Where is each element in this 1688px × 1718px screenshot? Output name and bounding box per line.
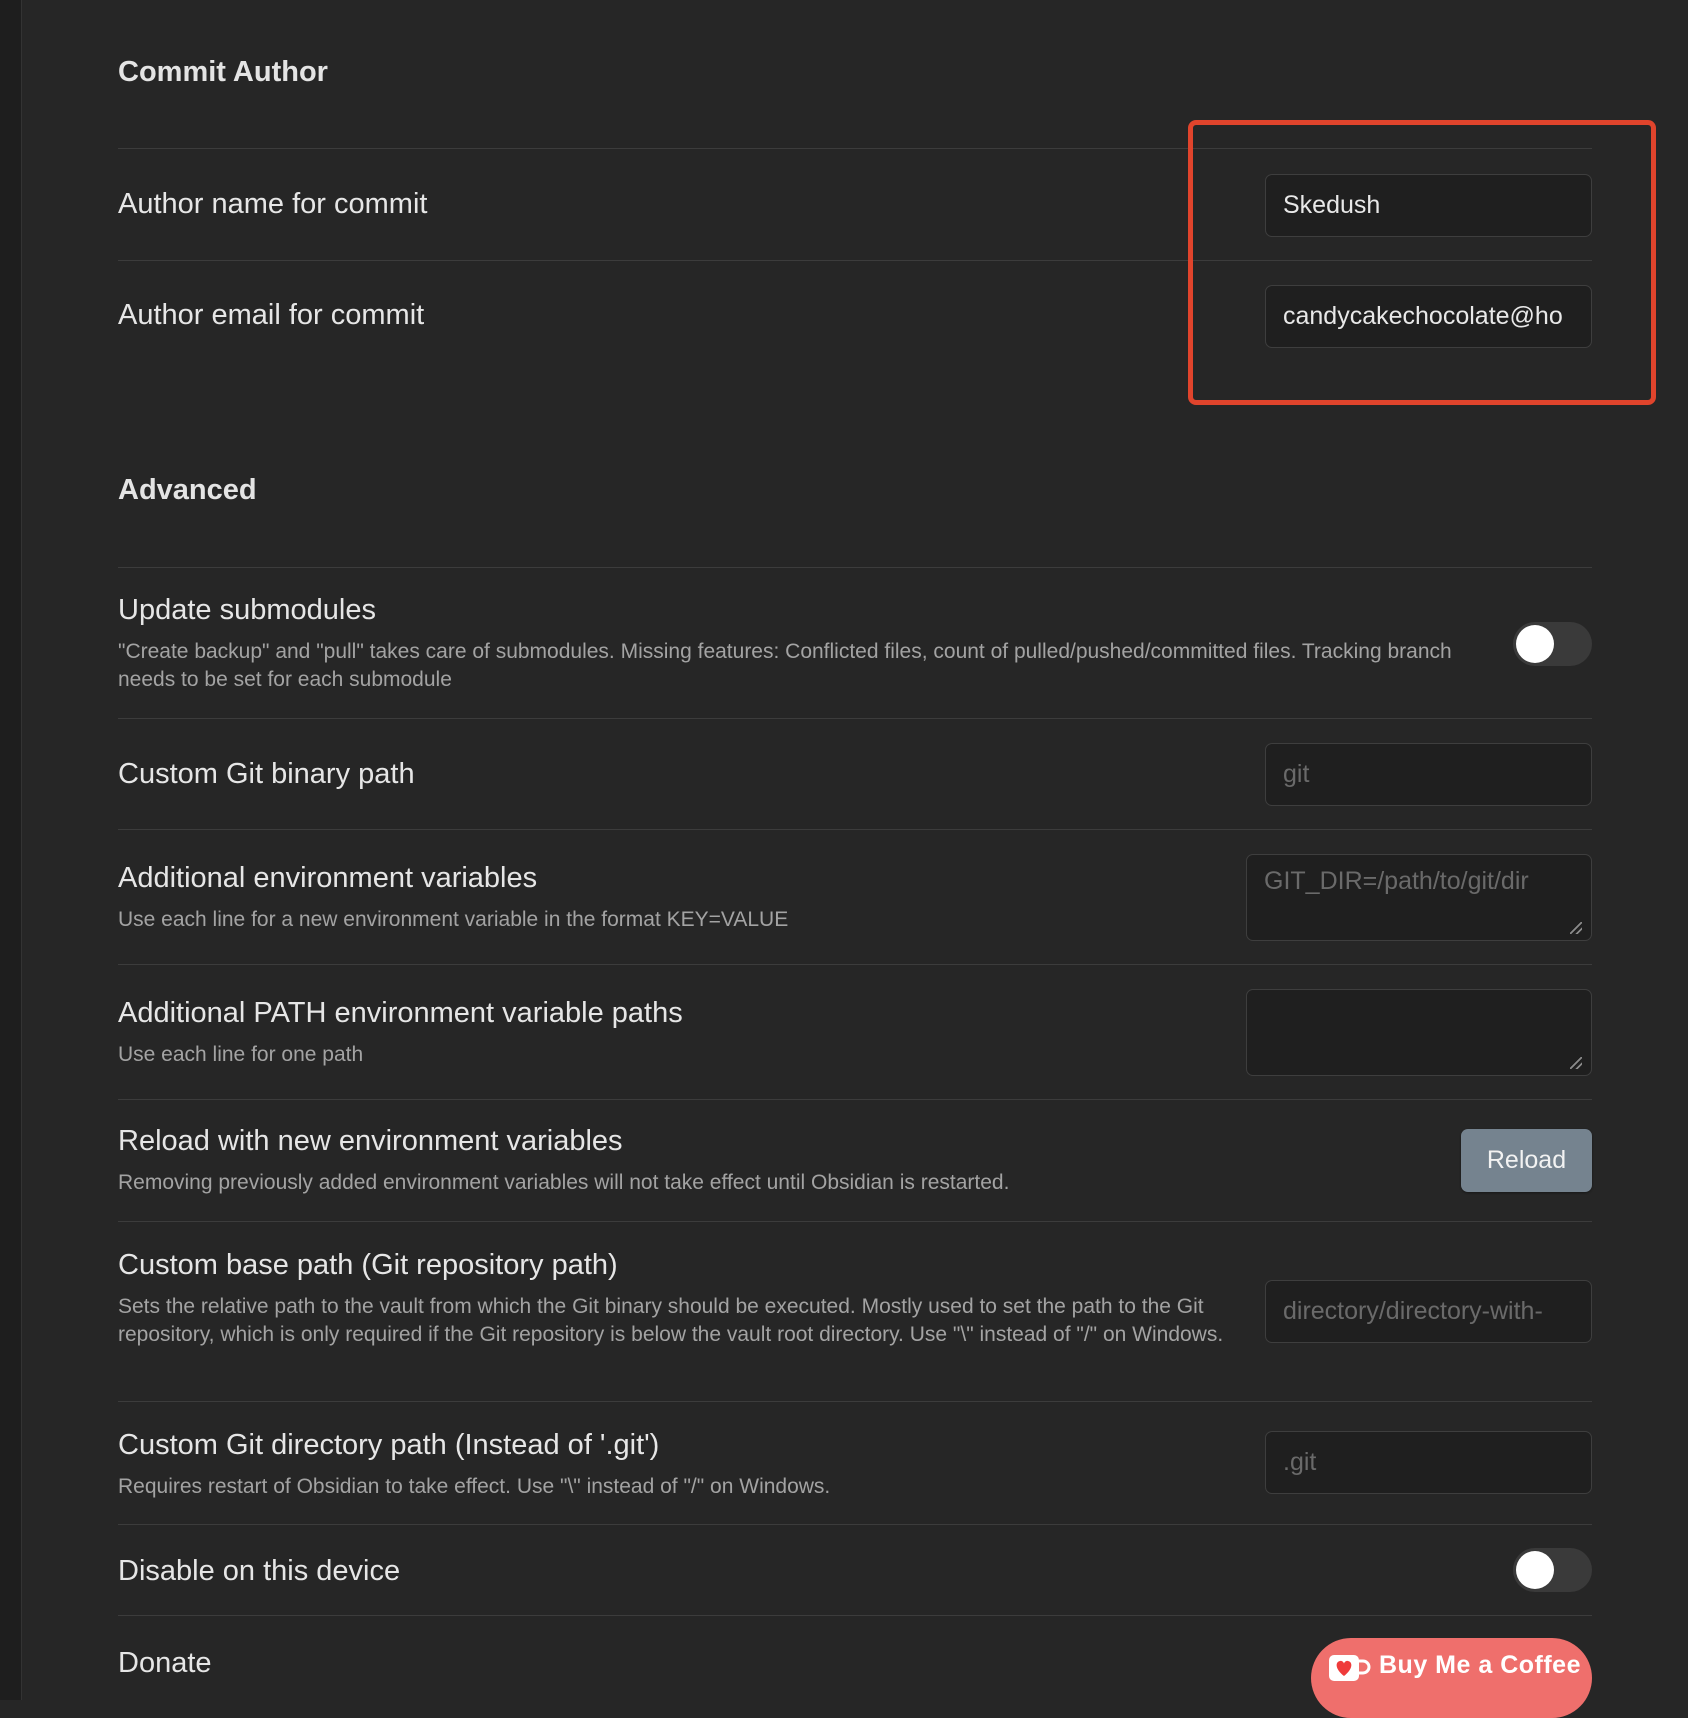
update-submodules-toggle[interactable] (1513, 622, 1592, 666)
git-binary-path-placeholder: git (1283, 760, 1310, 788)
divider (118, 829, 1592, 830)
git-binary-path-input[interactable]: git (1265, 743, 1592, 806)
env-vars-textarea[interactable]: GIT_DIR=/path/to/git/dir (1246, 854, 1592, 941)
git-dir-path-input[interactable]: .git (1265, 1431, 1592, 1494)
env-vars-placeholder: GIT_DIR=/path/to/git/dir (1264, 867, 1529, 895)
divider (118, 964, 1592, 965)
buy-me-a-coffee-label: Buy Me a Coffee (1379, 1651, 1581, 1679)
buy-me-a-coffee-button[interactable]: Buy Me a Coffee (1311, 1638, 1592, 1718)
section-heading-commit-author: Commit Author (118, 56, 328, 88)
path-vars-description: Use each line for one path (118, 1043, 364, 1066)
reload-env-description: Removing previously added environment va… (118, 1171, 1010, 1194)
update-submodules-label: Update submodules (118, 594, 376, 626)
update-submodules-description: "Create backup" and "pull" takes care of… (118, 640, 1452, 691)
divider (118, 1099, 1592, 1100)
env-vars-label: Additional environment variables (118, 862, 538, 894)
divider (118, 1221, 1592, 1222)
path-vars-textarea[interactable] (1246, 989, 1592, 1076)
toggle-knob (1516, 625, 1554, 663)
divider (118, 718, 1592, 719)
git-dir-path-placeholder: .git (1283, 1448, 1317, 1476)
annotation-highlight-box (1188, 120, 1656, 405)
author-name-label: Author name for commit (118, 188, 428, 220)
git-dir-path-description: Requires restart of Obsidian to take eff… (118, 1475, 831, 1498)
resize-grip-icon[interactable] (1570, 1057, 1582, 1069)
base-path-input[interactable]: directory/directory-with- (1265, 1280, 1592, 1343)
base-path-placeholder: directory/directory-with- (1283, 1297, 1543, 1325)
resize-grip-icon[interactable] (1570, 922, 1582, 934)
divider (118, 1524, 1592, 1525)
base-path-description: Sets the relative path to the vault from… (118, 1295, 1224, 1346)
coffee-cup-heart-icon (1329, 1655, 1371, 1681)
git-binary-path-label: Custom Git binary path (118, 758, 415, 790)
divider (118, 1615, 1592, 1616)
base-path-label: Custom base path (Git repository path) (118, 1249, 618, 1281)
disable-device-toggle[interactable] (1513, 1548, 1592, 1592)
git-dir-path-label: Custom Git directory path (Instead of '.… (118, 1429, 660, 1461)
author-email-label: Author email for commit (118, 299, 425, 331)
section-heading-advanced: Advanced (118, 474, 257, 506)
path-vars-label: Additional PATH environment variable pat… (118, 997, 683, 1029)
env-vars-description: Use each line for a new environment vari… (118, 908, 789, 931)
divider (118, 1401, 1592, 1402)
reload-env-label: Reload with new environment variables (118, 1125, 623, 1157)
donate-label: Donate (118, 1647, 212, 1679)
divider (118, 567, 1592, 568)
disable-device-label: Disable on this device (118, 1555, 401, 1587)
reload-button[interactable]: Reload (1461, 1129, 1592, 1192)
left-pane-edge (0, 0, 22, 1700)
toggle-knob (1516, 1551, 1554, 1589)
